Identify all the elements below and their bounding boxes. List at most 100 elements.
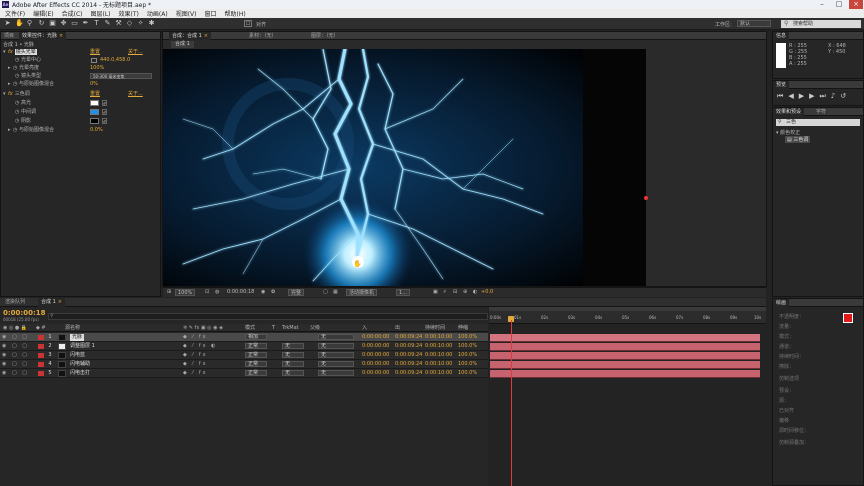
layer-row-2[interactable]: ◉ ▢ ▢ 2 调整图层 1 ◆ ⁄ fx ◐ 正常 无 无 0:00:00:0… bbox=[0, 342, 488, 351]
property-value[interactable]: 0.0% bbox=[90, 127, 103, 134]
menu-view[interactable]: 视图(V) bbox=[172, 9, 201, 18]
pan-behind-tool-icon[interactable]: ✥ bbox=[60, 20, 67, 27]
property-value[interactable]: 440.0,458.0 bbox=[100, 57, 130, 64]
snapshot-icon[interactable]: ◉ bbox=[259, 289, 267, 296]
layer-name[interactable]: 闪电击打 bbox=[70, 369, 90, 378]
comp-breadcrumb-tab[interactable]: 合成 1 bbox=[171, 41, 194, 48]
menu-animation[interactable]: 动画(A) bbox=[143, 9, 172, 18]
layer-label-color[interactable] bbox=[38, 344, 44, 349]
tab-preview[interactable]: 预览 bbox=[773, 81, 790, 89]
eyedropper-icon[interactable]: ✐ bbox=[102, 100, 107, 106]
resolution-select[interactable]: 完整 bbox=[288, 289, 305, 296]
layer-out-time[interactable]: 0:00:09:24 bbox=[395, 342, 422, 351]
layer-2-duration-bar[interactable] bbox=[490, 343, 760, 351]
stopwatch-icon[interactable]: ◷ bbox=[13, 127, 17, 133]
pen-tool-icon[interactable]: ✒ bbox=[82, 20, 89, 27]
timeline-icon[interactable]: ⊟ bbox=[451, 289, 459, 296]
roto-brush-tool-icon[interactable]: ✧ bbox=[137, 20, 144, 27]
hand-tool-icon[interactable]: ✋ bbox=[15, 20, 24, 27]
layer-in-time[interactable]: 0:00:00:00 bbox=[362, 369, 389, 378]
layer-parent-select[interactable]: 无 bbox=[318, 352, 354, 358]
layer-parent-select[interactable]: 无 bbox=[318, 334, 354, 340]
layer-row-1[interactable]: ◉ ▢ ▢ 1 光脉 ◆ ⁄ fx 相加 无 0:00:00:00 0:00:0… bbox=[0, 333, 488, 342]
header-parent[interactable]: 父级 bbox=[310, 324, 320, 332]
maximize-button[interactable]: □ bbox=[832, 0, 846, 9]
layer-name[interactable]: 调整图层 1 bbox=[70, 342, 95, 351]
header-duration[interactable]: 持续时间 bbox=[425, 324, 445, 332]
layer-parent-select[interactable]: 无 bbox=[318, 370, 354, 376]
menu-effect[interactable]: 效果(T) bbox=[115, 9, 143, 18]
layer-duration[interactable]: 0:00:10:00 bbox=[425, 369, 452, 378]
layer-in-time[interactable]: 0:00:00:00 bbox=[362, 360, 389, 369]
views-select[interactable]: 1... bbox=[396, 289, 410, 296]
stopwatch-icon[interactable]: ◷ bbox=[15, 57, 19, 63]
camera-tool-icon[interactable]: ▣ bbox=[49, 20, 56, 27]
visibility-icon[interactable]: ◉ ▢ ▢ bbox=[2, 369, 29, 378]
tab-info[interactable]: 信息 bbox=[773, 32, 790, 40]
time-ruler[interactable]: 0:00s 01s 02s 03s 04s 05s 06s 07s 08s 09… bbox=[489, 311, 766, 324]
tab-paint[interactable]: 绘画 bbox=[773, 299, 790, 307]
visibility-icon[interactable]: ◉ ▢ ▢ bbox=[2, 351, 29, 360]
flowchart-icon[interactable]: ⊕ bbox=[461, 289, 469, 296]
toggle-pixel-aspect-icon[interactable]: ▣ bbox=[431, 289, 440, 296]
tab-footage[interactable]: 素材：（无） bbox=[246, 32, 280, 40]
layer-mode-select[interactable]: 正常 bbox=[245, 361, 267, 367]
rectangle-tool-icon[interactable]: ▭ bbox=[71, 20, 78, 27]
layer-stretch[interactable]: 100.0% bbox=[458, 360, 477, 369]
layer-out-time[interactable]: 0:00:09:24 bbox=[395, 333, 422, 342]
brush-tool-icon[interactable]: ✎ bbox=[104, 20, 111, 27]
reset-link[interactable]: 重置 bbox=[90, 91, 100, 98]
header-mode[interactable]: 模式 bbox=[245, 324, 255, 332]
visibility-icon[interactable]: ◉ ▢ ▢ bbox=[2, 342, 29, 351]
layer-trkmat-select[interactable]: 无 bbox=[282, 343, 304, 349]
effect-tritone[interactable]: ▾ fx 三色调 重置 关于... bbox=[3, 91, 161, 98]
highlights-color-swatch[interactable] bbox=[90, 100, 99, 106]
header-in[interactable]: 入 bbox=[362, 324, 367, 332]
first-frame-icon[interactable]: ⏮ bbox=[777, 92, 788, 100]
layer-out-time[interactable]: 0:00:09:24 bbox=[395, 351, 422, 360]
clone-stamp-tool-icon[interactable]: ⚒ bbox=[115, 20, 122, 27]
layer-in-time[interactable]: 0:00:00:00 bbox=[362, 351, 389, 360]
layer-out-time[interactable]: 0:00:09:24 bbox=[395, 360, 422, 369]
layer-switches[interactable]: ◆ ⁄ fx bbox=[183, 369, 208, 378]
menu-composition[interactable]: 合成(C) bbox=[58, 9, 87, 18]
close-window-button[interactable]: × bbox=[849, 0, 863, 9]
layer-parent-select[interactable]: 无 bbox=[318, 361, 354, 367]
tab-character[interactable]: 字符 bbox=[813, 108, 829, 116]
layer-switches[interactable]: ◆ ⁄ fx bbox=[183, 333, 208, 342]
layer-name[interactable]: 光脉 bbox=[70, 334, 85, 341]
layer-stretch[interactable]: 100.0% bbox=[458, 369, 477, 378]
layer-label-color[interactable] bbox=[38, 335, 44, 340]
close-tab-icon[interactable]: × bbox=[59, 33, 63, 39]
layer-switches[interactable]: ◆ ⁄ fx bbox=[183, 351, 208, 360]
anchor-point-marker[interactable] bbox=[644, 196, 648, 200]
layer-name[interactable]: 闪电辅助 bbox=[70, 360, 90, 369]
menu-help[interactable]: 帮助(H) bbox=[221, 9, 250, 18]
layer-trkmat-select[interactable]: 无 bbox=[282, 370, 304, 376]
stopwatch-icon[interactable]: ◷ bbox=[15, 100, 19, 106]
layer-duration[interactable]: 0:00:10:00 bbox=[425, 351, 452, 360]
search-help-input[interactable]: 搜索帮助 bbox=[781, 20, 861, 28]
layer-out-time[interactable]: 0:00:09:24 bbox=[395, 369, 422, 378]
property-value[interactable]: 100% bbox=[90, 65, 104, 72]
eyedropper-icon[interactable]: ✐ bbox=[102, 118, 107, 124]
layer-trkmat-select[interactable]: 无 bbox=[282, 352, 304, 358]
layer-stretch[interactable]: 100.0% bbox=[458, 342, 477, 351]
stopwatch-icon[interactable]: ◷ bbox=[13, 65, 17, 71]
layer-row-5[interactable]: ◉ ▢ ▢ 5 闪电击打 ◆ ⁄ fx 正常 无 无 0:00:00:00 0:… bbox=[0, 369, 488, 378]
play-icon[interactable]: ▶ bbox=[799, 92, 809, 100]
layer-search-input[interactable] bbox=[48, 313, 488, 320]
safe-zones-icon[interactable]: ⊡ bbox=[203, 289, 211, 296]
effect-item-tritone[interactable]: ▤ 三色调 bbox=[785, 136, 811, 143]
layer-stretch[interactable]: 100.0% bbox=[458, 333, 477, 342]
effect-lens-flare[interactable]: ▾ fx 镜头光晕 重置 关于... bbox=[3, 49, 161, 56]
zoom-select[interactable]: 100% bbox=[175, 289, 196, 296]
composition-viewer[interactable]: ✋ bbox=[163, 49, 646, 286]
always-preview-icon[interactable]: ⊞ bbox=[165, 289, 173, 296]
tab-effects-presets[interactable]: 效果和预设 bbox=[773, 108, 805, 116]
layer-4-duration-bar[interactable] bbox=[490, 361, 760, 369]
eyedropper-icon[interactable]: ✐ bbox=[102, 109, 107, 115]
header-stretch[interactable]: 伸缩 bbox=[458, 324, 468, 332]
layer-1-duration-bar[interactable] bbox=[490, 334, 760, 342]
stopwatch-icon[interactable]: ◷ bbox=[15, 118, 19, 124]
